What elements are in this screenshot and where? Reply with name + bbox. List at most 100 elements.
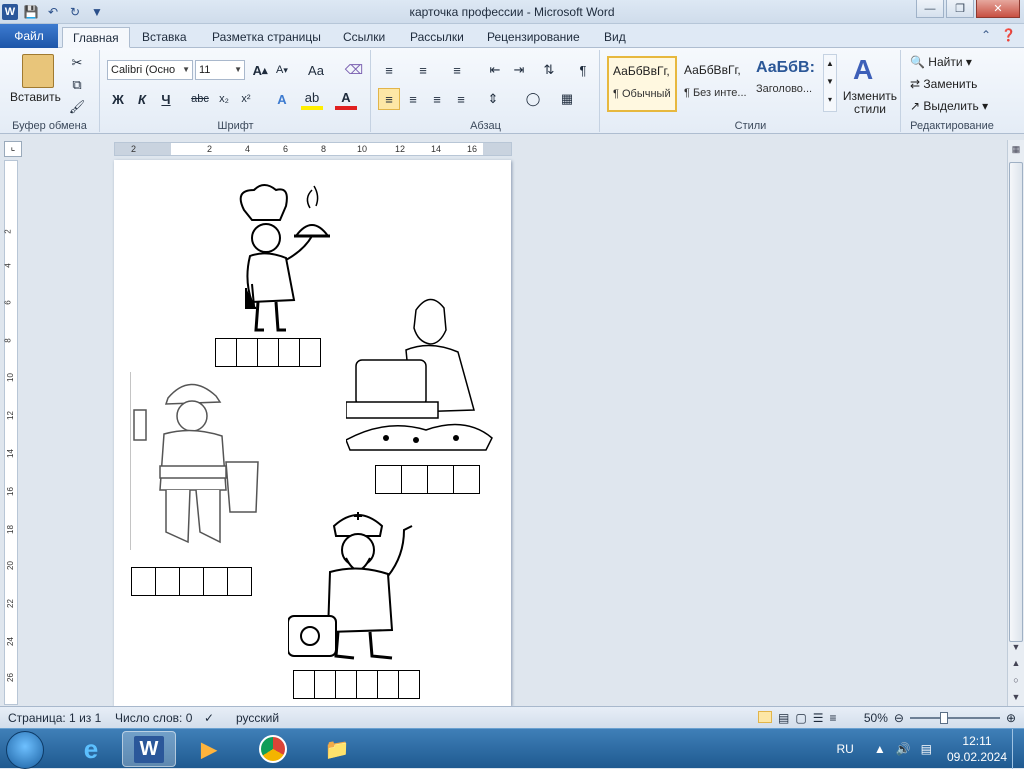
tab-review[interactable]: Рецензирование: [477, 27, 590, 48]
style-no-spacing[interactable]: АаБбВвГг, ¶ Без инте...: [679, 56, 749, 112]
letter-box[interactable]: [356, 670, 378, 699]
letter-box[interactable]: [314, 670, 336, 699]
word-taskbar-icon[interactable]: W: [122, 731, 176, 767]
cut-icon[interactable]: ✂: [66, 52, 88, 74]
zoom-out-icon[interactable]: ⊖: [894, 711, 904, 725]
strikethrough-icon[interactable]: abc: [189, 88, 211, 110]
web-layout-icon[interactable]: ▢: [795, 711, 806, 725]
tab-selector-icon[interactable]: ⌞: [4, 141, 22, 157]
grow-font-icon[interactable]: A ▴: [249, 59, 271, 81]
document-page[interactable]: [114, 160, 511, 706]
zoom-slider-knob[interactable]: [939, 712, 948, 724]
font-color-icon[interactable]: A: [335, 88, 357, 110]
browse-object-icon[interactable]: ○: [1009, 673, 1023, 687]
multilevel-list-icon[interactable]: ≡: [446, 59, 468, 81]
tab-page-layout[interactable]: Разметка страницы: [202, 27, 331, 48]
bold-icon[interactable]: Ж: [107, 88, 129, 110]
borders-icon[interactable]: ▦: [556, 88, 578, 110]
letter-box[interactable]: [155, 567, 180, 596]
numbering-icon[interactable]: ≡: [412, 59, 434, 81]
letter-box[interactable]: [398, 670, 420, 699]
tab-home[interactable]: Главная: [62, 27, 130, 48]
letter-box[interactable]: [401, 465, 428, 494]
letter-box[interactable]: [236, 338, 258, 367]
minimize-button[interactable]: —: [916, 0, 944, 18]
text-effects-icon[interactable]: A: [271, 88, 293, 110]
start-button[interactable]: [6, 731, 44, 769]
change-case-icon[interactable]: Aa: [305, 59, 327, 81]
letter-box[interactable]: [293, 670, 315, 699]
network-icon[interactable]: ▤: [921, 742, 932, 756]
horizontal-ruler[interactable]: 2 2 4 6 8 10 12 14 16: [114, 142, 512, 156]
paste-icon[interactable]: [22, 54, 54, 88]
vertical-ruler[interactable]: 2 4 6 8 10 12 14 16 18 20 22 24 26: [4, 160, 18, 705]
show-hidden-icons-icon[interactable]: ▲: [874, 742, 886, 756]
shading-icon[interactable]: ◯: [522, 88, 544, 110]
tab-references[interactable]: Ссылки: [333, 27, 395, 48]
language-bar[interactable]: RU: [836, 742, 853, 756]
font-size-field[interactable]: 11 ▼: [195, 60, 245, 80]
help-icon[interactable]: ❓: [1001, 28, 1016, 42]
page-count[interactable]: Страница: 1 из 1: [8, 711, 101, 725]
close-button[interactable]: ✕: [976, 0, 1020, 18]
letter-box[interactable]: [375, 465, 402, 494]
zoom-slider[interactable]: [909, 712, 1000, 724]
change-styles-icon[interactable]: A: [853, 54, 873, 86]
maximize-button[interactable]: ❐: [946, 0, 974, 18]
clock[interactable]: 12:11 09.02.2024: [946, 733, 1008, 765]
outline-icon[interactable]: ☰: [813, 711, 824, 725]
vertical-scrollbar[interactable]: ▦ ▼ ▲ ○ ▼: [1007, 140, 1024, 706]
font-name-field[interactable]: Calibri (Осно ▼: [107, 60, 193, 80]
internet-explorer-icon[interactable]: e: [64, 731, 118, 767]
letter-box[interactable]: [257, 338, 279, 367]
highlight-icon[interactable]: ab: [301, 88, 323, 110]
letter-box[interactable]: [179, 567, 204, 596]
align-right-icon[interactable]: ≡: [426, 88, 448, 110]
next-page-icon[interactable]: ▼: [1009, 690, 1023, 704]
underline-icon[interactable]: Ч: [155, 88, 177, 110]
show-marks-icon[interactable]: ¶: [572, 59, 594, 81]
format-painter-icon[interactable]: 🖌: [66, 96, 88, 118]
language-indicator[interactable]: русский: [236, 711, 279, 725]
subscript-icon[interactable]: x₂: [213, 88, 235, 110]
letter-box[interactable]: [335, 670, 357, 699]
zoom-level[interactable]: 50%: [864, 711, 888, 725]
letter-box[interactable]: [278, 338, 300, 367]
clear-formatting-icon[interactable]: ⌫: [343, 59, 365, 81]
print-layout-icon[interactable]: [758, 711, 772, 723]
decrease-indent-icon[interactable]: ⇤: [484, 59, 506, 81]
scroll-thumb[interactable]: [1009, 162, 1023, 642]
style-normal[interactable]: АаБбВвГг, ¶ Обычный: [607, 56, 677, 112]
find-button[interactable]: 🔍 Найти ▾: [910, 55, 972, 69]
letter-box[interactable]: [227, 567, 252, 596]
zoom-in-icon[interactable]: ⊕: [1006, 711, 1016, 725]
letter-box[interactable]: [377, 670, 399, 699]
tab-view[interactable]: Вид: [594, 27, 636, 48]
media-player-icon[interactable]: ▶: [182, 731, 236, 767]
styles-scroll[interactable]: ▲ ▼ ▾: [823, 54, 837, 112]
letter-box[interactable]: [299, 338, 321, 367]
letter-box[interactable]: [203, 567, 228, 596]
justify-icon[interactable]: ≡: [450, 88, 472, 110]
collapse-ribbon-icon[interactable]: ⌃: [981, 28, 991, 42]
previous-page-icon[interactable]: ▲: [1009, 656, 1023, 670]
paste-button[interactable]: Вставить: [10, 90, 61, 104]
chrome-icon[interactable]: [246, 731, 300, 767]
letter-box[interactable]: [215, 338, 237, 367]
replace-button[interactable]: ⇄ Заменить: [910, 77, 977, 91]
tab-file[interactable]: Файл: [0, 24, 58, 48]
shrink-font-icon[interactable]: A ▾: [271, 59, 293, 81]
letter-box[interactable]: [427, 465, 454, 494]
draft-icon[interactable]: ≡: [829, 711, 836, 725]
copy-icon[interactable]: ⧉: [66, 74, 88, 96]
align-center-icon[interactable]: ≡: [402, 88, 424, 110]
volume-icon[interactable]: 🔊: [896, 742, 911, 756]
explorer-icon[interactable]: 📁: [310, 731, 364, 767]
proofing-icon[interactable]: ✓: [204, 711, 214, 725]
tab-mailings[interactable]: Рассылки: [400, 27, 474, 48]
show-desktop-button[interactable]: [1012, 729, 1024, 769]
tab-insert[interactable]: Вставка: [132, 27, 197, 48]
word-count[interactable]: Число слов: 0: [115, 711, 192, 725]
letter-box[interactable]: [131, 567, 156, 596]
superscript-icon[interactable]: x²: [235, 88, 257, 110]
